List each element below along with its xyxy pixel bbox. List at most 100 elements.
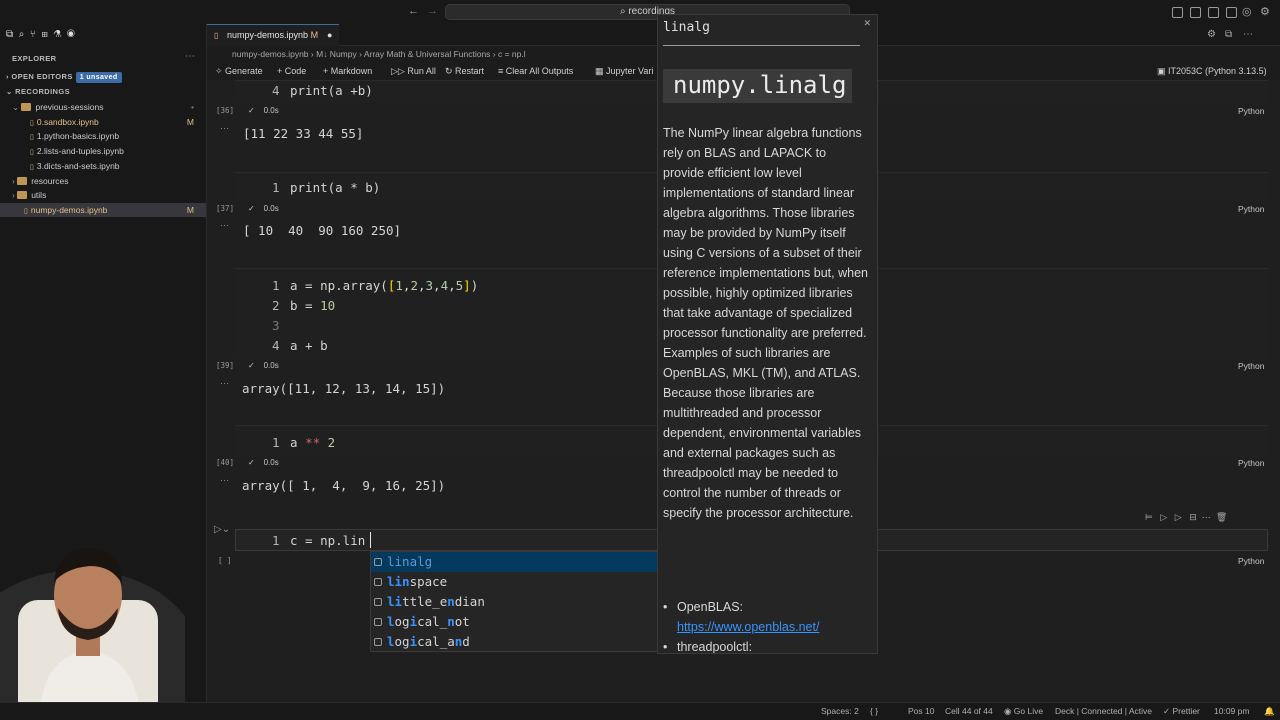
split-cell-icon[interactable]: ⊟: [1189, 512, 1197, 522]
notifications-icon[interactable]: 🔔: [1264, 703, 1275, 720]
check-icon: ✓: [248, 204, 257, 213]
run-by-line-icon[interactable]: ⊨: [1145, 512, 1153, 522]
suggest-item-logical-not[interactable]: logical_not: [371, 612, 657, 632]
broadcast-icon: ◉: [1004, 706, 1014, 716]
breadcrumb-markdown[interactable]: M↓ Numpy: [316, 49, 357, 59]
suggest-item-little-endian[interactable]: little_endian: [371, 592, 657, 612]
output-more-icon[interactable]: ⋯: [220, 123, 229, 134]
search-icon[interactable]: ⌕: [19, 29, 25, 40]
toggle-sidebar-icon[interactable]: [1190, 7, 1201, 18]
code-line-editing[interactable]: c = np.lin: [290, 533, 365, 548]
open-editors-section[interactable]: › OPEN EDITORS 1 unsaved: [0, 70, 206, 84]
code-line[interactable]: a + b: [290, 338, 328, 353]
indentation-status[interactable]: Spaces: 2: [821, 703, 859, 720]
suggest-item-logical-and[interactable]: logical_and: [371, 632, 657, 652]
sidebar-item-lists-and-tuples[interactable]: ▯ 2.lists-and-tuples.ipynb: [0, 144, 206, 158]
cell-language[interactable]: Python: [1238, 361, 1264, 371]
line-number: 1: [272, 278, 280, 293]
autocomplete-suggest: linalg linspace little_endian logical_no…: [370, 551, 658, 652]
kernel-picker[interactable]: ▣ IT2053C (Python 3.13.5): [1157, 62, 1267, 80]
cell-position[interactable]: Cell 44 of 44: [945, 703, 993, 720]
sparkle-icon: ✧: [215, 66, 226, 76]
cell-language[interactable]: Python: [1238, 556, 1264, 566]
cell-language[interactable]: Python: [1238, 106, 1264, 116]
delete-cell-icon[interactable]: 🗑: [1216, 512, 1227, 522]
run-cell-icon[interactable]: ▷⌄: [214, 524, 230, 535]
tab-numpy-demos[interactable]: ▯ numpy-demos.ipynb M ●: [207, 24, 339, 46]
suggest-item-linalg[interactable]: linalg: [371, 552, 657, 572]
sidebar-item-numpy-demos[interactable]: ▯ numpy-demos.ipynb M: [0, 203, 206, 217]
toggle-secondary-sidebar-icon[interactable]: [1226, 7, 1237, 18]
generate-button[interactable]: ✧ Generate: [215, 62, 263, 80]
sidebar-item-label: 3.dicts-and-sets.ipynb: [36, 161, 120, 171]
modified-dot: •: [191, 102, 194, 112]
sidebar-item-utils[interactable]: › utils: [0, 188, 206, 202]
clear-outputs-button[interactable]: ≡ Clear All Outputs: [498, 62, 573, 80]
cell-language[interactable]: Python: [1238, 458, 1264, 468]
breadcrumb-file[interactable]: numpy-demos.ipynb: [232, 49, 309, 59]
breadcrumb-section[interactable]: Array Math & Universal Functions: [364, 49, 491, 59]
check-icon: ✓: [248, 458, 257, 467]
sidebar-item-previous-sessions[interactable]: ⌄ previous-sessions •: [0, 100, 206, 114]
sidebar-item-python-basics[interactable]: ▯ 1.python-basics.ipynb: [0, 129, 206, 143]
back-icon[interactable]: ←: [408, 5, 419, 17]
clear-label: Clear All Outputs: [505, 66, 574, 76]
restart-button[interactable]: ↻ Restart: [445, 62, 484, 80]
sidebar-item-label: 1.python-basics.ipynb: [36, 131, 120, 141]
execute-below-icon[interactable]: ▷: [1175, 512, 1182, 522]
cursor-position[interactable]: Pos 10: [908, 703, 934, 720]
prettier-status[interactable]: ✓ Prettier: [1163, 703, 1200, 720]
sidebar-item-dicts-and-sets[interactable]: ▯ 3.dicts-and-sets.ipynb: [0, 159, 206, 173]
toggle-panel-icon[interactable]: [1208, 7, 1219, 18]
output-more-icon[interactable]: ⋯: [220, 475, 229, 486]
split-editor-icon[interactable]: ⧉: [1225, 29, 1232, 40]
add-code-button[interactable]: + Code: [277, 62, 306, 80]
deck-status[interactable]: Deck | Connected | Active: [1055, 703, 1152, 720]
documentation-hover: linalg ✕ numpy.linalg The NumPy linear a…: [657, 14, 878, 654]
jupyter-variables-button[interactable]: ▦ Jupyter Vari: [595, 62, 653, 80]
unsaved-dot-icon[interactable]: ●: [327, 25, 332, 46]
sidebar-item-resources[interactable]: › resources: [0, 174, 206, 188]
account-icon[interactable]: ◎: [1242, 5, 1252, 18]
output-more-icon[interactable]: ⋯: [220, 220, 229, 231]
source-control-icon[interactable]: ⑂: [30, 29, 36, 40]
code-line[interactable]: b = 10: [290, 298, 335, 313]
exec-time: 0.0s: [263, 106, 279, 115]
code-line[interactable]: a ** 2: [290, 435, 335, 450]
language-braces[interactable]: { }: [870, 703, 878, 720]
run-all-button[interactable]: ▷▷ Run All: [391, 62, 436, 80]
add-markdown-button[interactable]: + Markdown: [323, 62, 372, 80]
close-icon[interactable]: ✕: [863, 18, 871, 29]
layout-icon[interactable]: [1172, 7, 1183, 18]
status-bar: Spaces: 2 { } Pos 10 Cell 44 of 44 ◉ Go …: [0, 702, 1280, 720]
extensions-icon[interactable]: ⊞: [41, 29, 47, 40]
files-icon[interactable]: ⧉: [6, 29, 13, 40]
go-live-button[interactable]: ◉ Go Live: [1004, 703, 1043, 720]
cell-language[interactable]: Python: [1238, 204, 1264, 214]
testing-icon[interactable]: ⚗: [53, 29, 61, 40]
code-line[interactable]: a = np.array([1,2,3,4,5]): [290, 278, 478, 293]
run-icon[interactable]: ⚙: [1207, 29, 1216, 40]
sidebar-item-sandbox[interactable]: ▯ 0.sandbox.ipynb M: [0, 115, 206, 129]
suggest-item-linspace[interactable]: linspace: [371, 572, 657, 592]
recordings-section[interactable]: ⌄ RECORDINGS: [0, 85, 206, 99]
settings-gear-icon[interactable]: ⚙: [1260, 5, 1270, 18]
execute-above-icon[interactable]: ▷: [1160, 512, 1167, 522]
openblas-link[interactable]: https://www.openblas.net/: [663, 617, 868, 637]
more-actions-icon[interactable]: ⋯: [1243, 29, 1253, 40]
code-line[interactable]: print(a * b): [290, 180, 380, 195]
code-line[interactable]: print(a +b): [290, 83, 373, 98]
notebook-icon: ▯: [24, 208, 28, 215]
breadcrumb-cell[interactable]: c = np.l: [498, 49, 526, 59]
tab-label: numpy-demos.ipynb: [227, 30, 309, 40]
more-actions-icon[interactable]: ⋯: [1202, 512, 1211, 522]
sidebar-item-label: 2.lists-and-tuples.ipynb: [36, 146, 124, 156]
variable-icon: [374, 598, 382, 606]
sidebar-item-label: numpy-demos.ipynb: [30, 205, 108, 215]
more-actions-icon[interactable]: ⋯: [185, 51, 195, 62]
output-more-icon[interactable]: ⋯: [220, 378, 229, 389]
breadcrumb: numpy-demos.ipynb › M↓ Numpy › Array Mat…: [232, 49, 526, 59]
remote-icon[interactable]: ◉: [67, 29, 75, 40]
forward-icon[interactable]: →: [427, 5, 438, 17]
markdown-label: Markdown: [330, 66, 373, 76]
